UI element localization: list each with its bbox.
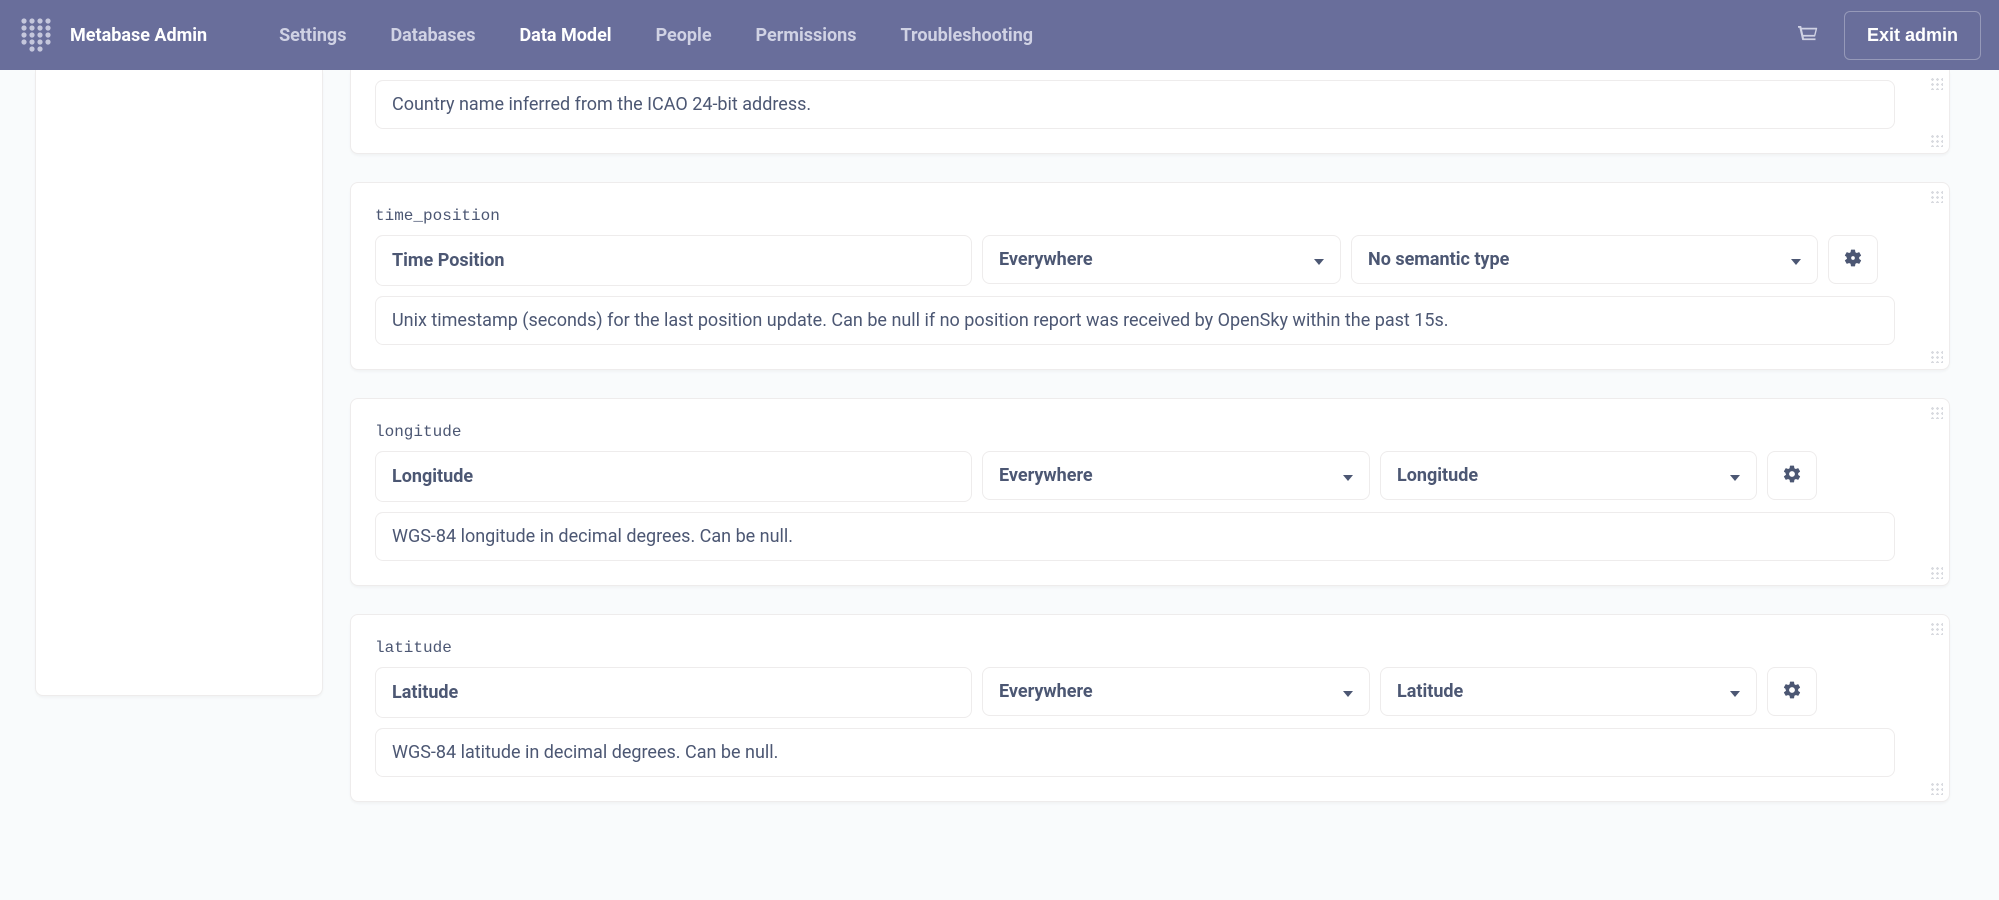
column-name-label: longitude (375, 423, 1925, 441)
nav-tab-settings[interactable]: Settings (257, 13, 368, 58)
chevron-down-icon (1730, 681, 1740, 702)
field-settings-button[interactable] (1767, 451, 1817, 500)
nav-tab-data-model[interactable]: Data Model (497, 13, 633, 58)
drag-handle[interactable] (1929, 191, 1943, 361)
field-card: latitude Everywhere Latitude (350, 614, 1950, 802)
visibility-value: Everywhere (999, 465, 1093, 486)
field-card: longitude Everywhere Longitude (350, 398, 1950, 586)
sidebar-panel (35, 70, 323, 696)
nav-tab-permissions[interactable]: Permissions (734, 13, 879, 58)
field-description-input[interactable] (375, 728, 1895, 777)
field-description-input[interactable] (375, 512, 1895, 561)
visibility-select[interactable]: Everywhere (982, 451, 1370, 500)
column-name-label: time_position (375, 207, 1925, 225)
field-description-input[interactable] (375, 296, 1895, 345)
field-description-input[interactable] (375, 80, 1895, 129)
field-card: time_position Everywhere No semantic typ… (350, 182, 1950, 370)
nav-tab-troubleshooting[interactable]: Troubleshooting (878, 13, 1055, 58)
field-display-name-input[interactable] (375, 667, 972, 718)
nav-tab-people[interactable]: People (634, 13, 734, 58)
fields-list: time_position Everywhere No semantic typ… (350, 70, 1950, 830)
chevron-down-icon (1343, 681, 1353, 702)
logo-area[interactable]: Metabase Admin (18, 17, 207, 53)
exit-admin-button[interactable]: Exit admin (1844, 11, 1981, 60)
field-display-name-input[interactable] (375, 451, 972, 502)
drag-handle[interactable] (1929, 407, 1943, 577)
nav-left: Metabase Admin Settings Databases Data M… (18, 13, 1055, 58)
chevron-down-icon (1343, 465, 1353, 486)
visibility-value: Everywhere (999, 249, 1093, 270)
metabase-logo-icon (18, 17, 54, 53)
semantic-type-select[interactable]: Longitude (1380, 451, 1757, 500)
nav-right: Exit admin (1796, 11, 1981, 60)
field-settings-button[interactable] (1767, 667, 1817, 716)
drag-handle[interactable] (1929, 78, 1943, 145)
semantic-type-select[interactable]: Latitude (1380, 667, 1757, 716)
visibility-select[interactable]: Everywhere (982, 235, 1341, 284)
gear-icon (1843, 248, 1863, 272)
gear-icon (1782, 464, 1802, 488)
brand-name: Metabase Admin (70, 25, 207, 46)
nav-tab-databases[interactable]: Databases (368, 13, 497, 58)
field-display-name-input[interactable] (375, 235, 972, 286)
semantic-type-value: No semantic type (1368, 249, 1509, 270)
chevron-down-icon (1730, 465, 1740, 486)
semantic-type-value: Latitude (1397, 681, 1463, 702)
field-card (350, 70, 1950, 154)
store-icon[interactable] (1796, 23, 1820, 47)
semantic-type-value: Longitude (1397, 465, 1478, 486)
admin-nav-bar: Metabase Admin Settings Databases Data M… (0, 0, 1999, 70)
nav-tabs: Settings Databases Data Model People Per… (257, 13, 1055, 58)
visibility-value: Everywhere (999, 681, 1093, 702)
field-settings-button[interactable] (1828, 235, 1878, 284)
chevron-down-icon (1314, 249, 1324, 270)
gear-icon (1782, 680, 1802, 704)
chevron-down-icon (1791, 249, 1801, 270)
semantic-type-select[interactable]: No semantic type (1351, 235, 1818, 284)
drag-handle[interactable] (1929, 623, 1943, 793)
visibility-select[interactable]: Everywhere (982, 667, 1370, 716)
column-name-label: latitude (375, 639, 1925, 657)
